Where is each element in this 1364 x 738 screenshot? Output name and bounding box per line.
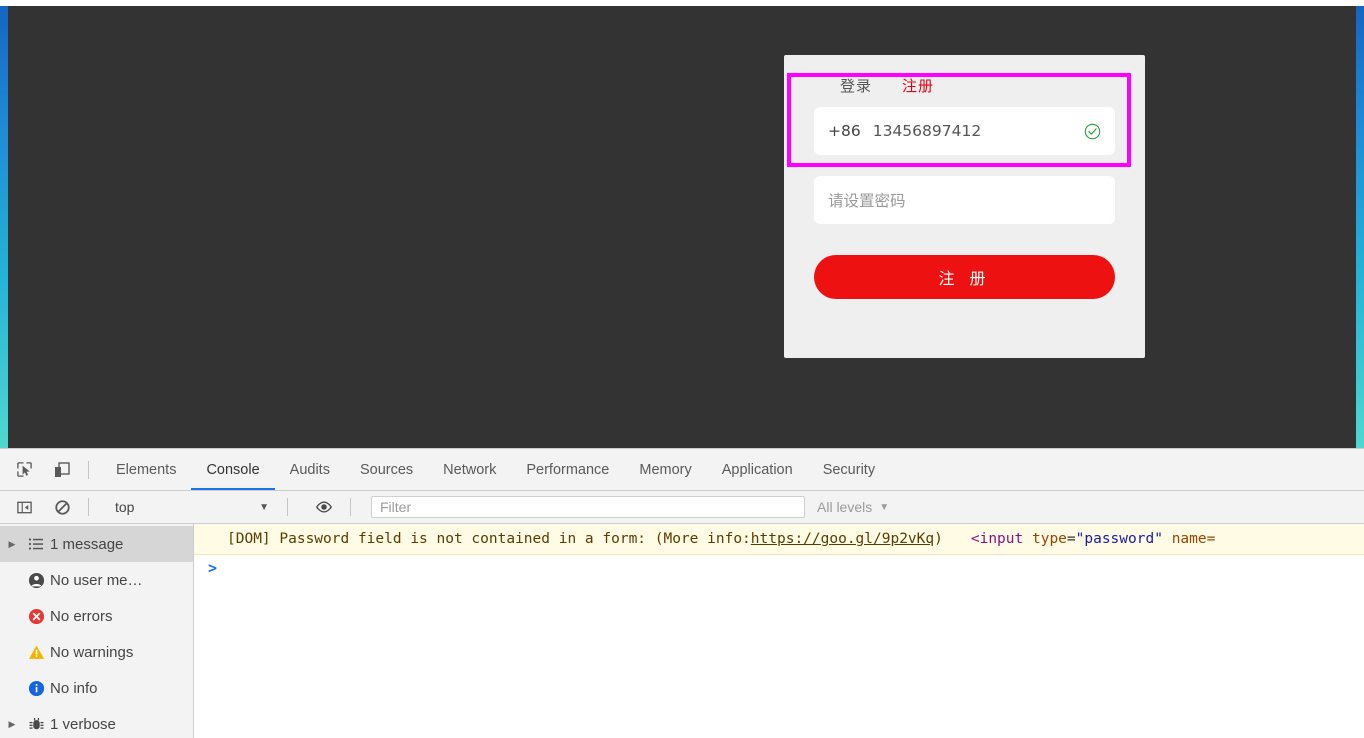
device-toolbar-icon[interactable] (48, 456, 76, 484)
list-icon (22, 536, 50, 552)
show-console-sidebar-icon[interactable] (10, 493, 38, 521)
dom-attr-value: "password" (1075, 531, 1163, 547)
devtools-panel: Elements Console Audits Sources Network … (0, 448, 1364, 738)
sidebar-item-info[interactable]: No info (0, 670, 193, 706)
console-message-list: [DOM] Password field is not contained in… (194, 524, 1364, 738)
tab-security[interactable]: Security (808, 450, 890, 490)
password-placeholder: 请设置密码 (828, 192, 906, 210)
more-info-link[interactable]: https://goo.gl/9p2vKq (751, 531, 934, 547)
sidebar-item-user-messages[interactable]: No user me… (0, 562, 193, 598)
check-circle-icon (1084, 123, 1101, 140)
error-icon (22, 608, 50, 625)
tab-register[interactable]: 注册 (902, 75, 934, 96)
screen-root: 登录 注册 +86 13456897412 请设置密码 注 册 Elements… (0, 0, 1364, 738)
page-viewport: 登录 注册 +86 13456897412 请设置密码 注 册 (0, 0, 1364, 448)
sidebar-item-label: No user me… (50, 571, 143, 589)
tab-performance[interactable]: Performance (511, 450, 624, 490)
phone-number-value[interactable]: 13456897412 (873, 122, 981, 140)
log-levels-value: All levels (817, 499, 873, 515)
warning-icon (22, 644, 50, 661)
user-icon (22, 572, 50, 589)
console-filter-bar: top ▼ Filter All levels ▼ (0, 491, 1364, 524)
tab-sources[interactable]: Sources (345, 450, 428, 490)
console-prompt-arrow-icon: > (208, 559, 218, 577)
expand-arrow-icon[interactable]: ▶ (2, 539, 22, 550)
password-input-field[interactable]: 请设置密码 (814, 176, 1115, 224)
tab-network[interactable]: Network (428, 450, 511, 490)
expand-arrow-icon[interactable]: ▶ (2, 719, 22, 730)
message-text-after-link: ) (934, 531, 943, 547)
chevron-down-icon: ▼ (259, 501, 269, 513)
sidebar-item-label: No errors (50, 607, 113, 625)
dom-attr-equals: = (1066, 531, 1076, 547)
bug-icon (22, 716, 50, 733)
modal-overlay[interactable] (8, 6, 1356, 448)
dom-tag-name: <input (970, 531, 1024, 547)
console-message-row[interactable]: [DOM] Password field is not contained in… (194, 524, 1364, 555)
execution-context-select[interactable]: top ▼ (105, 496, 275, 518)
dom-attr-name-2: name= (1171, 531, 1216, 547)
sidebar-item-messages[interactable]: ▶ 1 message (0, 526, 193, 562)
filterbar-divider-1 (88, 498, 89, 516)
console-prompt-row[interactable]: > (194, 555, 1364, 581)
info-icon (22, 680, 50, 697)
log-levels-select[interactable]: All levels ▼ (817, 496, 889, 518)
tab-console[interactable]: Console (191, 450, 274, 490)
phone-country-code[interactable]: +86 (828, 122, 861, 140)
live-expressions-eye-icon[interactable] (310, 493, 338, 521)
filter-input[interactable]: Filter (371, 496, 805, 518)
dom-attr-name: type (1031, 531, 1067, 547)
sidebar-item-label: 1 message (50, 535, 124, 553)
console-body: ▶ 1 message No user me… No errors No war… (0, 524, 1364, 738)
filterbar-divider-2 (287, 498, 288, 516)
register-card: 登录 注册 +86 13456897412 请设置密码 注 册 (784, 55, 1145, 358)
message-dom-node[interactable]: <input type="password" name= (971, 531, 1215, 547)
tab-application[interactable]: Application (707, 450, 808, 490)
sidebar-item-label: No info (50, 679, 98, 697)
card-tab-strip: 登录 注册 (784, 71, 1145, 99)
phone-input-field[interactable]: +86 13456897412 (814, 107, 1115, 155)
devtools-tabbar: Elements Console Audits Sources Network … (0, 449, 1364, 491)
console-sidebar: ▶ 1 message No user me… No errors No war… (0, 524, 194, 738)
clear-console-icon[interactable] (48, 493, 76, 521)
sidebar-item-label: No warnings (50, 643, 134, 661)
chevron-down-icon: ▼ (879, 501, 890, 513)
sidebar-item-verbose[interactable]: ▶ 1 verbose (0, 706, 193, 738)
tab-login[interactable]: 登录 (840, 75, 872, 96)
filter-placeholder: Filter (380, 499, 412, 515)
sidebar-item-errors[interactable]: No errors (0, 598, 193, 634)
tab-audits[interactable]: Audits (275, 450, 345, 490)
execution-context-value: top (115, 499, 135, 515)
filterbar-divider-3 (350, 498, 351, 516)
sidebar-item-label: 1 verbose (50, 715, 116, 733)
message-text-before-link: [DOM] Password field is not contained in… (227, 531, 751, 547)
tab-elements[interactable]: Elements (101, 450, 191, 490)
tab-memory[interactable]: Memory (624, 450, 706, 490)
register-submit-button[interactable]: 注 册 (814, 255, 1115, 299)
sidebar-item-warnings[interactable]: No warnings (0, 634, 193, 670)
toolbar-divider (88, 460, 89, 479)
inspect-element-icon[interactable] (10, 456, 38, 484)
